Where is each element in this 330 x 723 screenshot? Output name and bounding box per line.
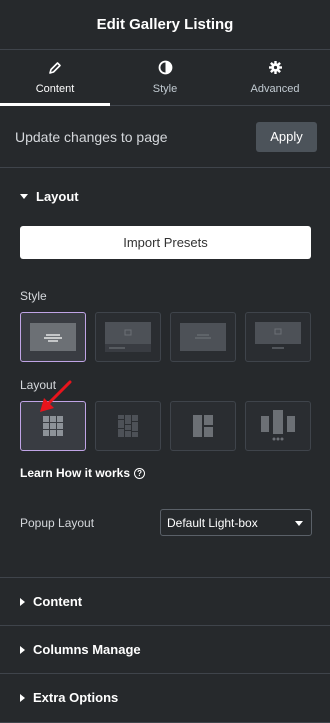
section-extra-options-title: Extra Options	[33, 690, 119, 705]
popup-layout-select[interactable]: Default Light-box	[160, 509, 312, 536]
gear-icon	[268, 61, 282, 74]
section-extra-options-header[interactable]: Extra Options	[0, 674, 330, 721]
annotation-arrow-icon	[40, 380, 72, 412]
section-layout-title: Layout	[36, 188, 79, 204]
section-columns-manage: Columns Manage	[0, 625, 330, 673]
grid-icon	[43, 416, 63, 436]
style-preview-2-icon	[105, 322, 151, 352]
layout-option-masonry[interactable]	[95, 401, 161, 451]
section-content-header[interactable]: Content	[0, 578, 330, 625]
metro-icon	[193, 415, 213, 437]
learn-how-link[interactable]: Learn How it works ?	[20, 466, 146, 480]
panel-header: Edit Gallery Listing	[0, 0, 330, 50]
tab-advanced-label: Advanced	[250, 83, 300, 95]
tab-content[interactable]: Content	[0, 50, 110, 106]
section-content-title: Content	[33, 594, 83, 609]
layout-option-carousel[interactable]	[245, 401, 311, 451]
section-columns-manage-header[interactable]: Columns Manage	[0, 626, 330, 673]
style-option-2[interactable]	[95, 312, 161, 362]
caret-right-icon	[20, 597, 25, 606]
help-icon: ?	[134, 467, 146, 479]
tab-bar: Content Style Advanced	[0, 50, 330, 106]
masonry-icon	[118, 415, 138, 437]
style-preview-3-icon	[180, 323, 226, 351]
caret-right-icon	[20, 645, 25, 654]
tab-style-label: Style	[152, 83, 178, 95]
style-option-1[interactable]	[20, 312, 86, 362]
carousel-icon	[261, 410, 295, 441]
chevron-down-icon	[295, 521, 303, 526]
apply-button[interactable]: Apply	[256, 121, 317, 152]
tab-advanced[interactable]: Advanced	[220, 50, 330, 105]
tab-content-label: Content	[35, 82, 75, 95]
layout-option-metro[interactable]	[170, 401, 236, 451]
style-label: Style	[20, 289, 47, 303]
pencil-icon	[49, 61, 61, 74]
section-extra-options: Extra Options	[0, 673, 330, 723]
style-preview-1-icon	[30, 323, 76, 351]
style-option-4[interactable]	[245, 312, 311, 362]
contrast-icon	[158, 60, 172, 75]
popup-layout-label: Popup Layout	[20, 516, 95, 530]
tab-style[interactable]: Style	[110, 50, 220, 105]
caret-down-icon	[20, 193, 28, 199]
learn-how-label: Learn How it works	[20, 466, 131, 480]
panel-title: Edit Gallery Listing	[96, 16, 234, 33]
style-option-3[interactable]	[170, 312, 236, 362]
caret-right-icon	[20, 693, 25, 702]
update-text: Update changes to page	[15, 128, 168, 145]
section-columns-manage-title: Columns Manage	[33, 642, 141, 657]
update-row: Update changes to page Apply	[0, 106, 330, 168]
style-options	[20, 312, 311, 362]
section-layout-header[interactable]: Layout	[0, 168, 330, 224]
section-content: Content	[0, 577, 330, 625]
style-preview-4-icon	[255, 322, 301, 349]
popup-layout-value: Default Light-box	[167, 515, 258, 530]
import-presets-button[interactable]: Import Presets	[20, 226, 311, 259]
